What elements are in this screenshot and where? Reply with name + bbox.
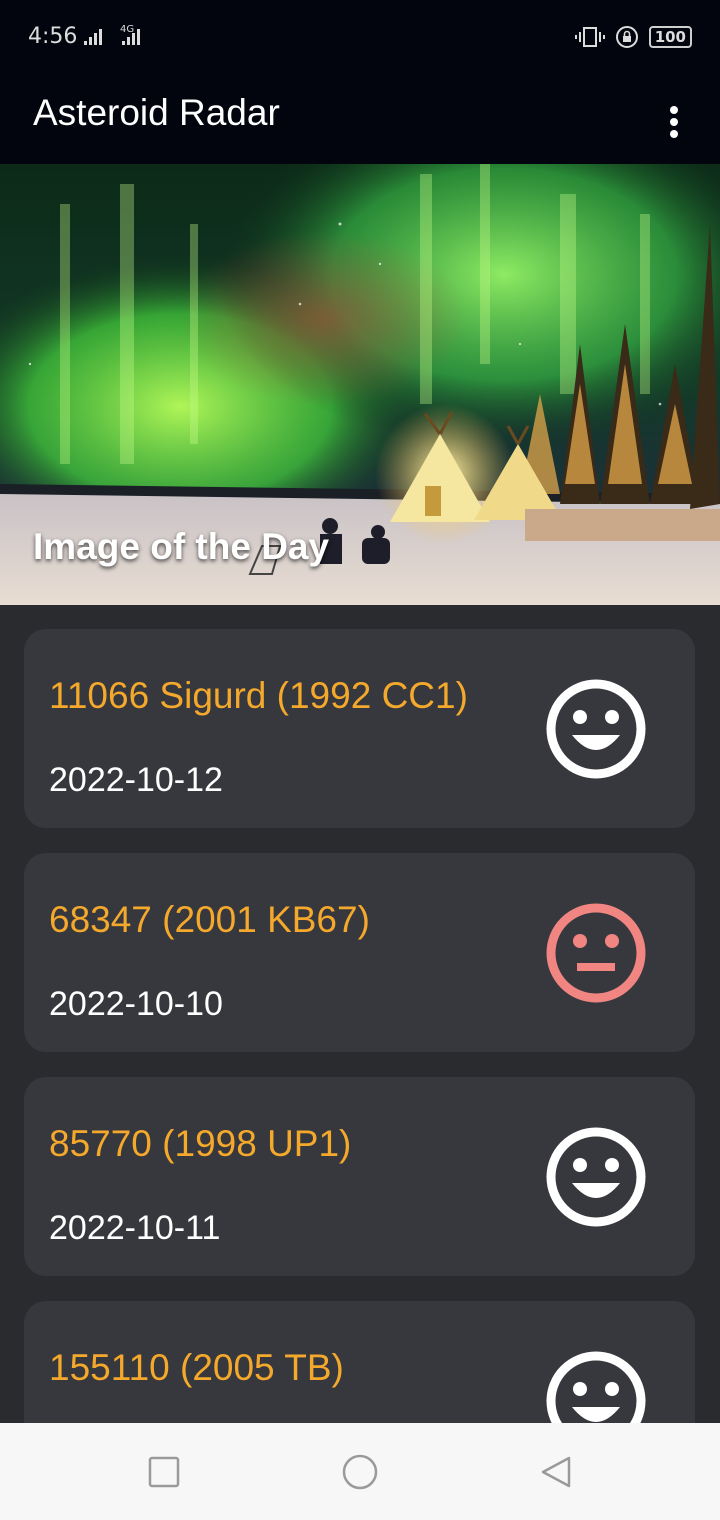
- home-icon[interactable]: [341, 1453, 379, 1491]
- status-time: 4:56: [28, 24, 78, 49]
- status-right: 100: [574, 24, 692, 50]
- asteroid-date: 2022-10-12: [49, 761, 223, 799]
- lock-rotation-icon: [615, 26, 638, 48]
- asteroid-date: 2022-10-10: [49, 985, 223, 1023]
- neutral-face-icon: [546, 903, 646, 1003]
- happy-face-icon: [546, 1127, 646, 1227]
- asteroid-card[interactable]: 85770 (1998 UP1) 2022-10-11: [24, 1077, 695, 1276]
- asteroid-name: 68347 (2001 KB67): [49, 899, 370, 940]
- network-type-label: 4G: [120, 24, 135, 35]
- status-bar: 4:56 4G 100: [0, 0, 720, 76]
- recents-icon[interactable]: [147, 1455, 181, 1489]
- system-nav-bar: [0, 1423, 720, 1520]
- asteroid-list[interactable]: 11066 Sigurd (1992 CC1) 2022-10-12 68347…: [0, 605, 720, 1423]
- happy-face-icon: [546, 1351, 646, 1423]
- back-icon[interactable]: [539, 1455, 573, 1489]
- happy-face-icon: [546, 679, 646, 779]
- asteroid-card[interactable]: 68347 (2001 KB67) 2022-10-10: [24, 853, 695, 1052]
- asteroid-name: 11066 Sigurd (1992 CC1): [49, 675, 468, 716]
- asteroid-name: 85770 (1998 UP1): [49, 1123, 352, 1164]
- hero-caption: Image of the Day: [33, 526, 330, 567]
- more-vert-icon[interactable]: [654, 90, 694, 150]
- signal-icon: [84, 29, 140, 45]
- image-of-the-day[interactable]: Image of the Day: [0, 164, 720, 605]
- battery-indicator: 100: [648, 26, 692, 48]
- asteroid-date: 2022-10-11: [49, 1209, 221, 1247]
- vibrate-icon: [574, 27, 605, 47]
- asteroid-card[interactable]: 155110 (2005 TB): [24, 1301, 695, 1423]
- asteroid-name: 155110 (2005 TB): [49, 1347, 344, 1388]
- app-title: Asteroid Radar: [33, 92, 280, 133]
- app-bar: Asteroid Radar: [0, 76, 720, 164]
- asteroid-card[interactable]: 11066 Sigurd (1992 CC1) 2022-10-12: [24, 629, 695, 828]
